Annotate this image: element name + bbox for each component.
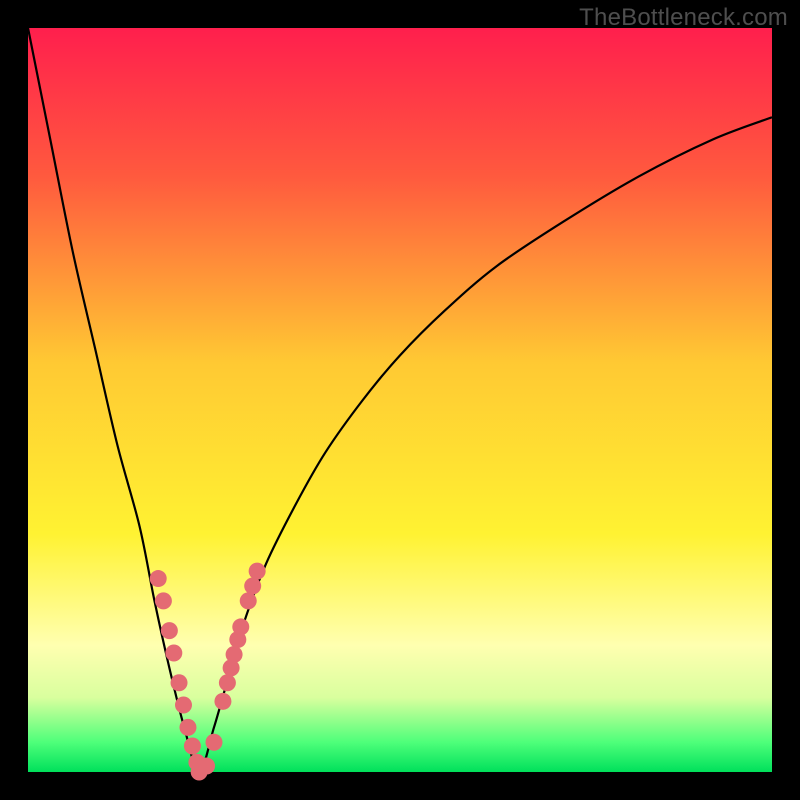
watermark-text: TheBottleneck.com: [579, 4, 788, 32]
curve-marker: [175, 697, 192, 714]
curve-marker: [244, 578, 261, 595]
curve-marker: [171, 674, 188, 691]
curve-marker: [198, 758, 215, 775]
curve-marker: [150, 570, 167, 587]
curve-marker: [249, 563, 266, 580]
curve-marker: [226, 646, 243, 663]
marker-group: [150, 563, 266, 781]
curve-marker: [161, 622, 178, 639]
chart-frame: TheBottleneck.com: [0, 0, 800, 800]
curve-marker: [214, 693, 231, 710]
curve-marker: [165, 644, 182, 661]
chart-svg: [28, 28, 772, 772]
curve-marker: [179, 719, 196, 736]
curve-marker: [232, 618, 249, 635]
curve-marker: [206, 734, 223, 751]
curve-marker: [155, 592, 172, 609]
curve-marker: [240, 592, 257, 609]
bottleneck-curve: [28, 28, 772, 772]
plot-area: [28, 28, 772, 772]
curve-marker: [219, 674, 236, 691]
curve-marker: [184, 737, 201, 754]
